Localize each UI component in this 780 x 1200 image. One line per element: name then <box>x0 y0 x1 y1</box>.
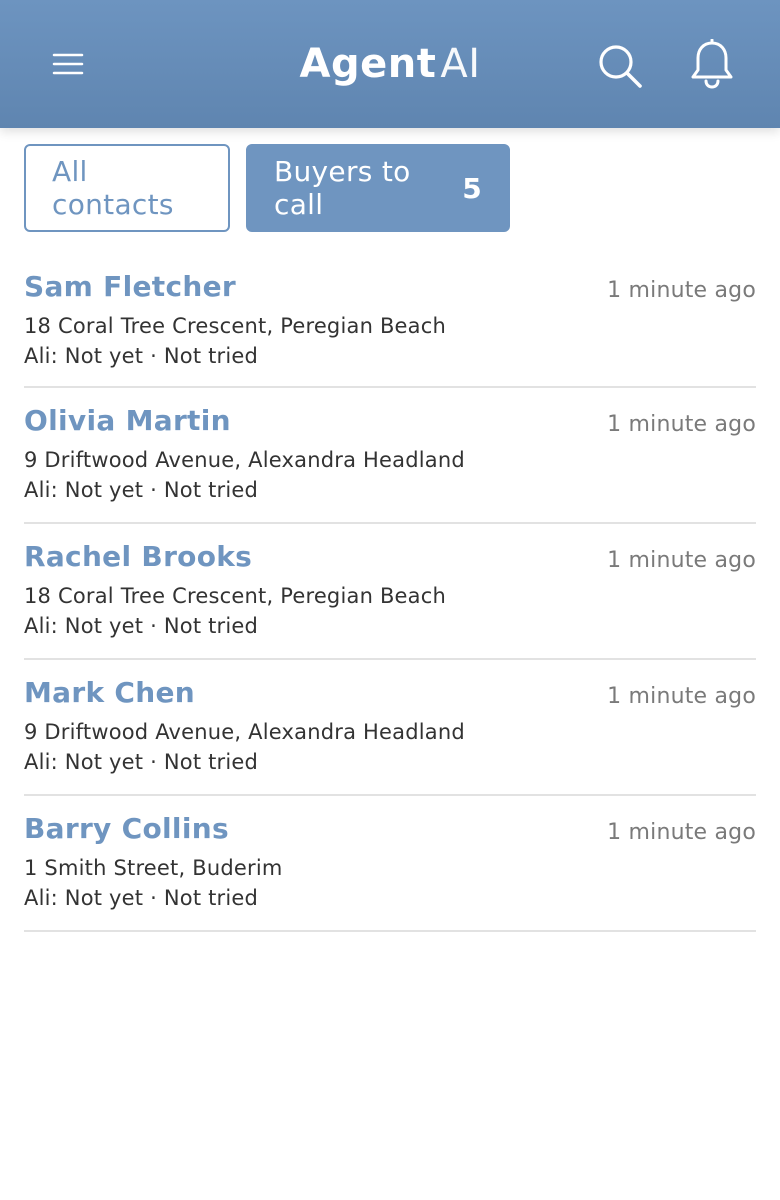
tab-buyers-to-call[interactable]: Buyers to call 5 <box>246 144 510 232</box>
contact-address: 18 Coral Tree Crescent, Peregian Beach <box>24 314 447 338</box>
app-header: Agent AI <box>0 0 780 128</box>
contact-status: Ali: Not yet · Not tried <box>24 750 259 774</box>
search-icon <box>599 45 642 88</box>
contact-row[interactable]: Mark Chen 1 minute ago 9 Driftwood Avenu… <box>24 660 756 796</box>
contact-name[interactable]: Mark Chen <box>24 676 195 709</box>
contact-row[interactable]: Olivia Martin 1 minute ago 9 Driftwood A… <box>24 388 756 524</box>
contact-status: Ali: Not yet · Not tried <box>24 344 259 368</box>
contact-row[interactable]: Rachel Brooks 1 minute ago 18 Coral Tree… <box>24 524 756 660</box>
tab-all-contacts[interactable]: All contacts <box>24 144 230 232</box>
contact-name[interactable]: Sam Fletcher <box>24 270 236 303</box>
contact-timestamp: 1 minute ago <box>607 412 756 437</box>
contact-row[interactable]: Sam Fletcher 1 minute ago 18 Coral Tree … <box>24 254 756 388</box>
tab-count-badge: 5 <box>462 171 482 205</box>
contact-timestamp: 1 minute ago <box>607 278 756 303</box>
app-logo: Agent AI <box>0 38 780 90</box>
contact-timestamp: 1 minute ago <box>607 684 756 709</box>
contact-address: 9 Driftwood Avenue, Alexandra Headland <box>24 720 465 744</box>
contact-timestamp: 1 minute ago <box>607 548 756 573</box>
contact-name[interactable]: Rachel Brooks <box>24 540 252 573</box>
app-screen: Agent AI All contacts Buyers to call 5 S… <box>0 0 780 1200</box>
contact-name[interactable]: Olivia Martin <box>24 404 231 437</box>
contact-name[interactable]: Barry Collins <box>24 812 229 845</box>
contact-filter-tabs: All contacts Buyers to call 5 <box>24 144 510 232</box>
contact-address: 18 Coral Tree Crescent, Peregian Beach <box>24 584 447 608</box>
notifications-button[interactable] <box>684 36 740 92</box>
contact-address: 9 Driftwood Avenue, Alexandra Headland <box>24 448 465 472</box>
contact-status: Ali: Not yet · Not tried <box>24 886 259 910</box>
contact-status: Ali: Not yet · Not tried <box>24 614 259 638</box>
contact-row[interactable]: Barry Collins 1 minute ago 1 Smith Stree… <box>24 796 756 932</box>
tab-label: Buyers to call <box>274 155 411 221</box>
contact-timestamp: 1 minute ago <box>607 820 756 845</box>
contact-address: 1 Smith Street, Buderim <box>24 856 283 880</box>
contact-status: Ali: Not yet · Not tried <box>24 478 259 502</box>
bell-icon <box>691 39 733 89</box>
search-button[interactable] <box>592 38 648 94</box>
brand-name-bold: Agent <box>299 41 437 87</box>
tab-label: All contacts <box>52 155 174 221</box>
brand-name-light: AI <box>440 41 481 87</box>
contact-list: Sam Fletcher 1 minute ago 18 Coral Tree … <box>24 254 756 932</box>
